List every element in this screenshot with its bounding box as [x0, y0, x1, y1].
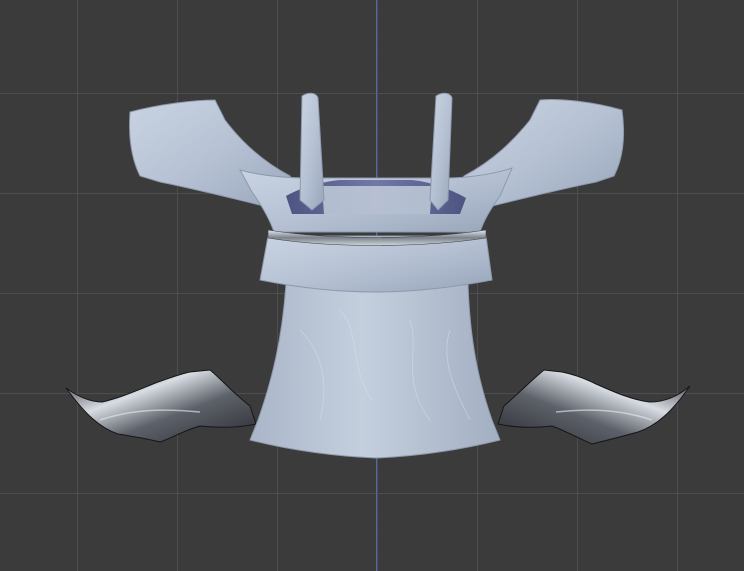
garment-bodice[interactable] — [239, 167, 513, 233]
garment-model[interactable] — [0, 0, 744, 571]
left-metal-ornament[interactable] — [65, 369, 257, 443]
garment-skirt[interactable] — [249, 283, 501, 459]
right-metal-ornament[interactable] — [497, 369, 691, 445]
left-strap[interactable] — [299, 92, 325, 211]
3d-viewport[interactable] — [0, 0, 744, 571]
right-strap[interactable] — [429, 92, 453, 211]
